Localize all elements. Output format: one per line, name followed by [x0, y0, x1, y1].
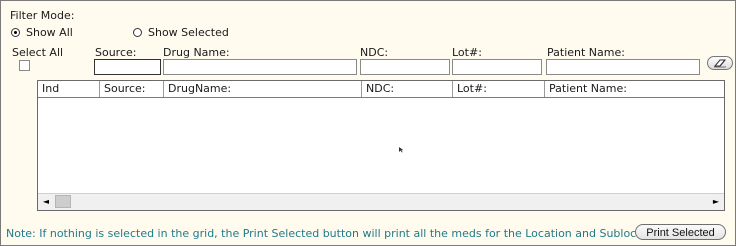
clear-filter-button[interactable]: [707, 56, 733, 70]
scroll-right-button[interactable]: ►: [708, 194, 724, 209]
grid-header: Ind Source: DrugName: NDC: Lot#: Patient…: [38, 81, 724, 98]
results-grid[interactable]: Ind Source: DrugName: NDC: Lot#: Patient…: [37, 80, 725, 211]
ndc-input[interactable]: [360, 59, 450, 75]
select-all-checkbox[interactable]: [19, 60, 30, 71]
column-header-ndc[interactable]: NDC:: [362, 81, 453, 97]
scroll-left-button[interactable]: ◄: [38, 194, 54, 209]
patient-name-label: Patient Name:: [547, 46, 625, 59]
source-input[interactable]: [94, 59, 161, 75]
eraser-icon: [713, 59, 727, 68]
select-all-label: Select All: [12, 46, 64, 59]
radio-selected-dot: [14, 31, 17, 34]
lot-label: Lot#:: [452, 46, 482, 59]
patient-name-input[interactable]: [546, 59, 700, 75]
show-all-label[interactable]: Show All: [26, 26, 73, 39]
ndc-label: NDC:: [360, 46, 389, 59]
print-note: Note: If nothing is selected in the grid…: [6, 227, 665, 240]
filter-mode-label: Filter Mode:: [10, 9, 75, 22]
column-header-patient-name[interactable]: Patient Name:: [545, 81, 724, 97]
drug-name-label: Drug Name:: [163, 46, 230, 59]
horizontal-scrollbar[interactable]: ◄ ►: [38, 193, 724, 210]
column-header-drug-name[interactable]: DrugName:: [164, 81, 362, 97]
column-header-ind[interactable]: Ind: [38, 81, 100, 97]
show-selected-label[interactable]: Show Selected: [148, 26, 229, 39]
print-selected-button[interactable]: Print Selected: [635, 224, 726, 240]
filter-panel: Filter Mode: Show All Show Selected Sele…: [0, 0, 736, 246]
source-label: Source:: [95, 46, 137, 59]
show-selected-radio[interactable]: [133, 28, 142, 37]
show-all-radio[interactable]: [11, 28, 20, 37]
scrollbar-thumb[interactable]: [55, 195, 71, 208]
mouse-cursor-icon: [399, 147, 404, 153]
lot-input[interactable]: [452, 59, 542, 75]
column-header-source[interactable]: Source:: [100, 81, 164, 97]
column-header-lot[interactable]: Lot#:: [453, 81, 545, 97]
drug-name-input[interactable]: [163, 59, 357, 75]
